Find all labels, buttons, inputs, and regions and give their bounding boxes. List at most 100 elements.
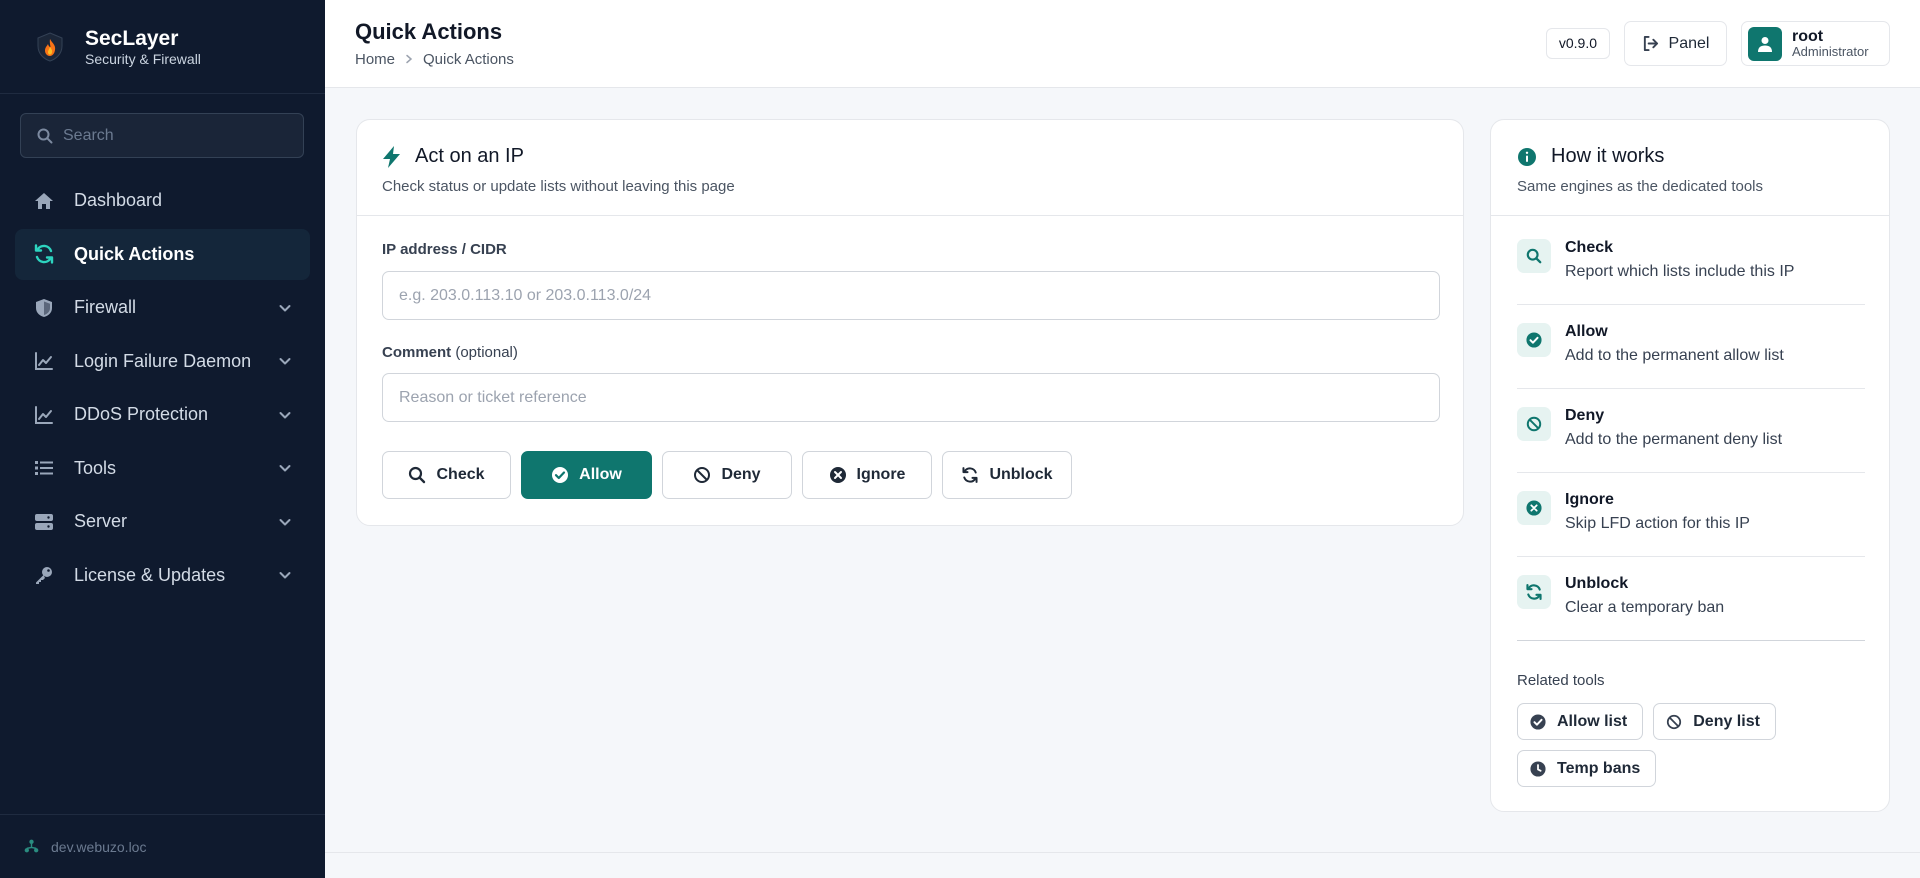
x-circle-icon xyxy=(829,467,846,483)
brand[interactable]: SecLayer Security & Firewall xyxy=(0,0,325,94)
sidebar-item-label: Quick Actions xyxy=(74,243,195,264)
sidebar-item-license-updates[interactable]: License & Updates xyxy=(15,550,310,601)
unblock-button[interactable]: Unblock xyxy=(942,451,1072,499)
sidebar-item-server[interactable]: Server xyxy=(15,496,310,547)
ban-icon xyxy=(1517,407,1551,441)
card-title: How it works xyxy=(1551,145,1665,167)
check-circle-icon xyxy=(1530,713,1546,730)
page-header: Quick Actions Home Quick Actions v0.9.0 … xyxy=(325,0,1920,88)
comment-input[interactable] xyxy=(382,373,1440,422)
user-name: root xyxy=(1792,28,1824,45)
refresh-icon xyxy=(33,243,55,265)
how-item-unblock: Unblock Clear a temporary ban xyxy=(1517,557,1865,641)
deny-list-link[interactable]: Deny list xyxy=(1653,703,1776,740)
how-item-desc: Report which lists include this IP xyxy=(1565,263,1795,280)
ignore-button-label: Ignore xyxy=(856,466,906,483)
info-icon xyxy=(1518,147,1536,166)
sidebar: SecLayer Security & Firewall Dashboard Q… xyxy=(0,0,325,878)
ban-icon xyxy=(1667,714,1682,729)
how-item-desc: Add to the permanent deny list xyxy=(1565,431,1783,448)
sidebar-item-label: License & Updates xyxy=(74,564,226,585)
action-buttons: Check Allow Deny Ignore Unblock xyxy=(382,451,1082,499)
check-circle-icon xyxy=(1517,323,1551,357)
comment-label: Comment (optional) xyxy=(382,344,518,361)
how-it-works-card: How it works Same engines as the dedicat… xyxy=(1490,119,1890,812)
temp-bans-label: Temp bans xyxy=(1557,759,1641,777)
chevron-down-icon xyxy=(279,465,291,472)
allow-button[interactable]: Allow xyxy=(521,451,652,499)
sidebar-item-label: Firewall xyxy=(74,297,137,317)
chevron-down-icon xyxy=(279,572,291,579)
sidebar-item-firewall[interactable]: Firewall xyxy=(15,282,310,333)
shield-icon xyxy=(33,297,55,319)
breadcrumb-current: Quick Actions xyxy=(423,51,514,68)
refresh-icon xyxy=(1517,575,1551,609)
refresh-icon xyxy=(962,467,978,483)
bolt-icon xyxy=(383,145,400,168)
search-box[interactable] xyxy=(20,113,304,158)
user-role: Administrator xyxy=(1792,44,1869,59)
search-icon xyxy=(37,128,53,143)
panel-button[interactable]: Panel xyxy=(1624,21,1727,66)
how-item-title: Deny xyxy=(1565,407,1605,424)
deny-button-label: Deny xyxy=(721,466,761,483)
card-header: Act on an IP Check status or update list… xyxy=(357,120,1463,216)
related-tools: Allow list Deny list Temp bans xyxy=(1517,703,1865,797)
how-item-title: Unblock xyxy=(1565,575,1629,592)
network-icon xyxy=(24,839,39,853)
breadcrumb-home[interactable]: Home xyxy=(355,51,395,68)
sidebar-item-login-failure-daemon[interactable]: Login Failure Daemon xyxy=(15,336,310,387)
how-item-desc: Skip LFD action for this IP xyxy=(1565,515,1750,532)
allow-list-link[interactable]: Allow list xyxy=(1517,703,1644,740)
page-footer-divider xyxy=(325,852,1920,853)
deny-button[interactable]: Deny xyxy=(662,451,792,499)
sidebar-footer: dev.webuzo.loc xyxy=(0,814,325,878)
check-button[interactable]: Check xyxy=(382,451,511,499)
list-icon xyxy=(33,457,55,479)
sidebar-item-label: Tools xyxy=(74,457,117,478)
temp-bans-link[interactable]: Temp bans xyxy=(1517,750,1657,787)
avatar xyxy=(1748,26,1782,61)
page-title: Quick Actions xyxy=(355,19,503,44)
flame-shield-icon xyxy=(37,31,63,62)
sidebar-item-quick-actions[interactable]: Quick Actions xyxy=(15,228,310,280)
server-icon xyxy=(33,511,55,533)
how-item-title: Allow xyxy=(1565,323,1608,340)
sidebar-item-label: Server xyxy=(74,511,128,531)
brand-name: SecLayer xyxy=(85,26,179,50)
allow-list-label: Allow list xyxy=(1557,712,1628,730)
ip-label: IP address / CIDR xyxy=(382,241,507,258)
chevron-down-icon xyxy=(279,358,291,365)
how-item-allow: Allow Add to the permanent allow list xyxy=(1517,305,1865,389)
card-header: How it works Same engines as the dedicat… xyxy=(1491,120,1889,216)
key-icon xyxy=(33,564,55,586)
how-item-desc: Add to the permanent allow list xyxy=(1565,347,1784,364)
ip-input[interactable] xyxy=(382,271,1440,320)
search-input[interactable] xyxy=(63,126,283,145)
sidebar-item-label: Dashboard xyxy=(74,190,163,210)
ignore-button[interactable]: Ignore xyxy=(802,451,932,499)
panel-button-label: Panel xyxy=(1668,34,1710,52)
home-icon xyxy=(33,190,55,212)
card-subtitle: Same engines as the dedicated tools xyxy=(1517,178,1763,195)
version-badge: v0.9.0 xyxy=(1545,28,1610,59)
chevron-right-icon xyxy=(404,52,414,67)
user-icon xyxy=(1758,36,1772,52)
logout-icon xyxy=(1643,35,1658,52)
sidebar-item-ddos-protection[interactable]: DDoS Protection xyxy=(15,389,310,440)
chevron-down-icon xyxy=(279,411,291,418)
allow-button-label: Allow xyxy=(579,466,622,483)
how-item-desc: Clear a temporary ban xyxy=(1565,599,1725,616)
check-button-label: Check xyxy=(436,466,485,483)
sidebar-item-label: DDoS Protection xyxy=(74,404,209,424)
sidebar-item-dashboard[interactable]: Dashboard xyxy=(15,175,310,226)
user-menu[interactable]: root Administrator xyxy=(1741,21,1890,66)
unblock-button-label: Unblock xyxy=(989,466,1053,483)
search-icon xyxy=(1517,239,1551,273)
how-item-title: Ignore xyxy=(1565,491,1614,508)
comment-optional: (optional) xyxy=(455,344,518,361)
sidebar-item-tools[interactable]: Tools xyxy=(15,443,310,494)
chart-line-icon xyxy=(33,404,55,426)
chevron-down-icon xyxy=(279,304,291,311)
how-item-title: Check xyxy=(1565,239,1614,256)
